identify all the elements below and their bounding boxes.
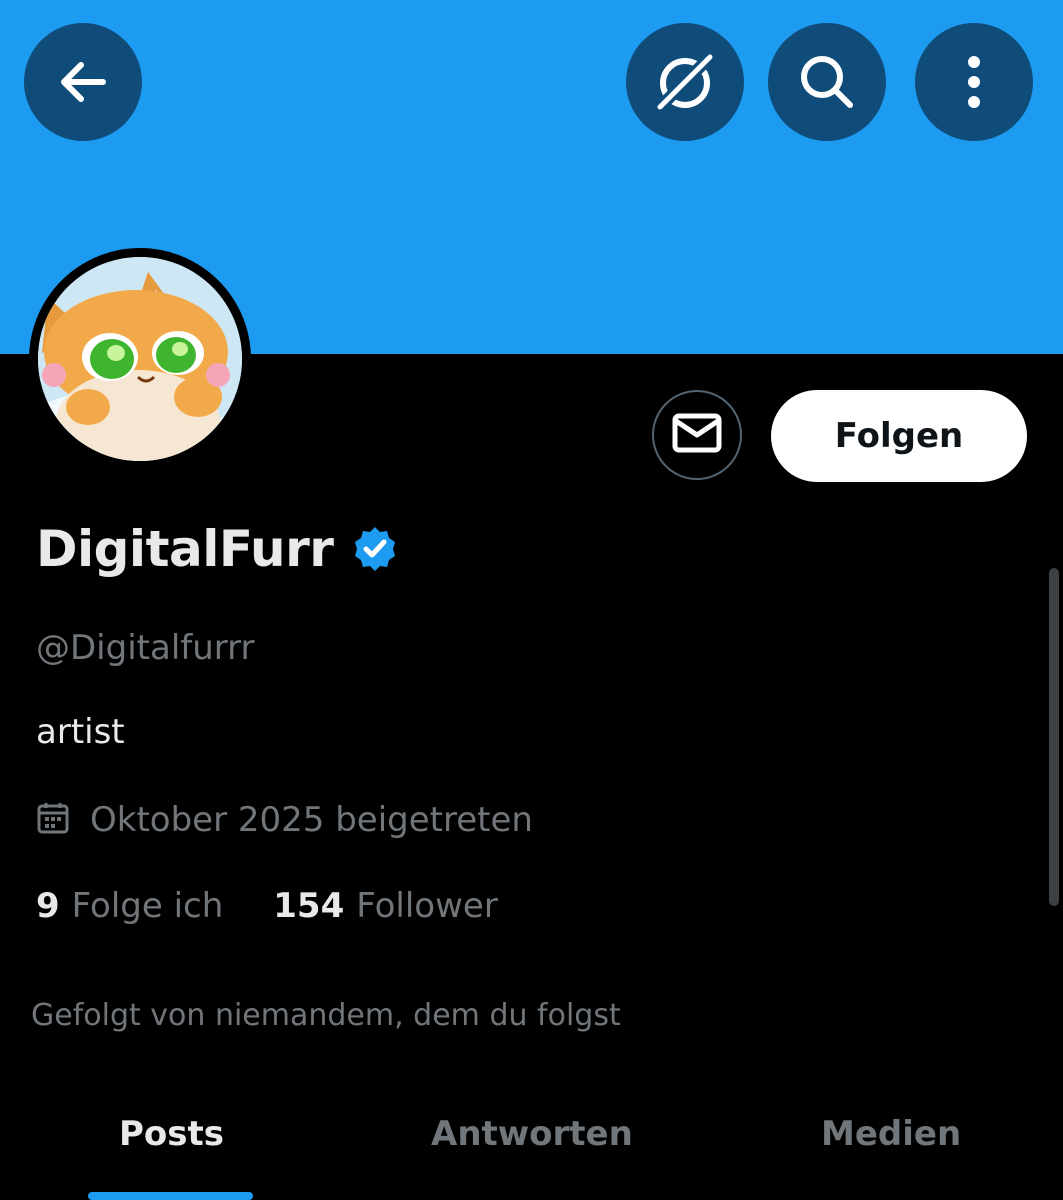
profile-tabs: Posts Antworten Medien xyxy=(0,1100,1063,1200)
user-handle: @Digitalfurrr xyxy=(36,628,255,668)
following-link[interactable]: 9 Folge ich xyxy=(36,886,223,926)
display-name: DigitalFurr xyxy=(36,520,334,578)
avatar-image xyxy=(38,257,242,461)
calendar-icon xyxy=(36,801,70,839)
followed-by-text: Gefolgt von niemandem, dem du folgst xyxy=(31,998,621,1033)
following-count: 9 xyxy=(36,886,60,926)
back-button[interactable] xyxy=(24,23,142,141)
following-label: Folge ich xyxy=(71,886,224,926)
scrollbar[interactable] xyxy=(1049,568,1059,906)
bio: artist xyxy=(36,712,125,752)
search-button[interactable] xyxy=(768,23,886,141)
tab-media[interactable]: Medien xyxy=(821,1114,961,1154)
tab-replies[interactable]: Antworten xyxy=(431,1114,633,1154)
more-vertical-icon xyxy=(964,52,984,112)
follow-stats: 9 Folge ich 154 Follower xyxy=(36,886,498,926)
mail-icon xyxy=(672,413,722,457)
joined-date-row: Oktober 2025 beigetreten xyxy=(36,800,533,840)
profile-page: Folgen DigitalFurr @Digitalfurrr artist xyxy=(0,0,1063,1200)
followers-count: 154 xyxy=(273,886,345,926)
verified-badge-icon[interactable] xyxy=(351,525,399,577)
followers-label: Follower xyxy=(356,886,498,926)
display-name-row: DigitalFurr xyxy=(36,520,399,578)
arrow-left-icon xyxy=(55,54,111,110)
grok-icon xyxy=(650,47,720,117)
grok-button[interactable] xyxy=(626,23,744,141)
more-options-button[interactable] xyxy=(915,23,1033,141)
tab-posts[interactable]: Posts xyxy=(119,1114,224,1154)
message-button[interactable] xyxy=(652,390,742,480)
avatar[interactable] xyxy=(29,248,251,470)
active-tab-indicator xyxy=(88,1192,253,1200)
joined-date: Oktober 2025 beigetreten xyxy=(90,800,533,840)
search-icon xyxy=(795,50,859,114)
follow-button[interactable]: Folgen xyxy=(771,390,1027,482)
followers-link[interactable]: 154 Follower xyxy=(273,886,498,926)
